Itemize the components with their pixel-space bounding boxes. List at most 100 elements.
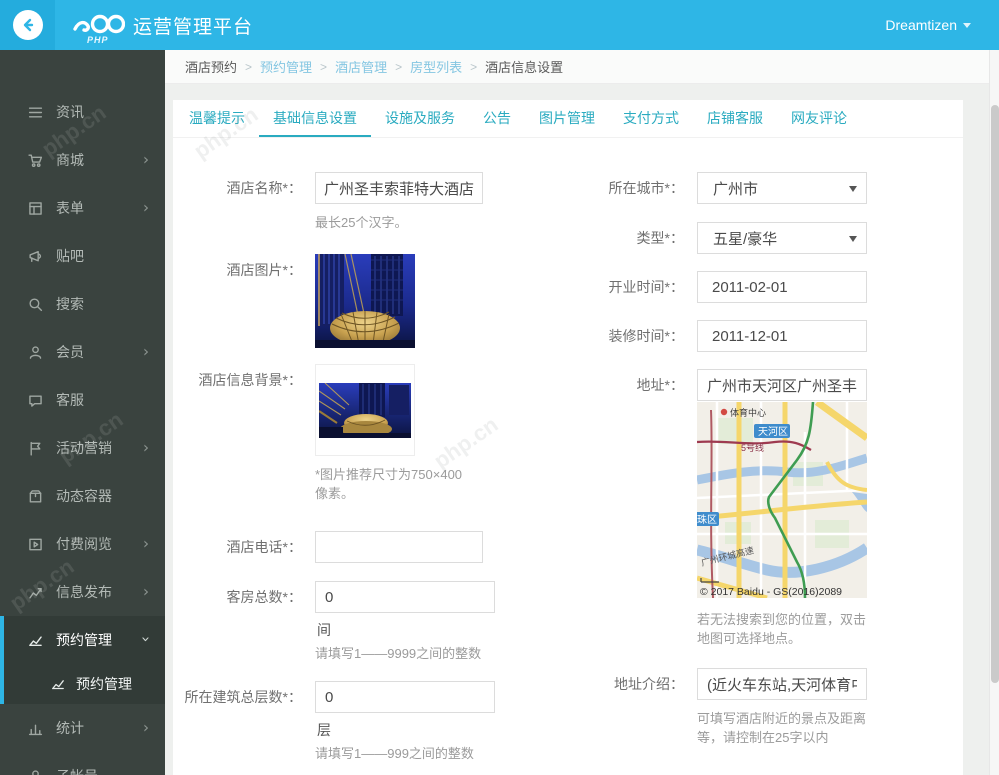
breadcrumb-item: 酒店预约 — [185, 60, 238, 75]
map-copyright: © 2017 Baidu - GS(2016)2089 — [700, 586, 842, 598]
sidebar-item-publishing[interactable]: 信息发布 › — [0, 568, 165, 616]
tab-comments[interactable]: 网友评论 — [777, 100, 861, 137]
hotel-name-label: 酒店名称*： — [226, 180, 302, 196]
chevron-right-icon: › — [143, 718, 149, 737]
logo-sub-text: PHP — [87, 35, 109, 45]
breadcrumb-link-roomtype-list[interactable]: 房型列表 — [410, 57, 462, 76]
app-logo: PHP 运营管理平台 — [73, 9, 254, 45]
sidebar-item-search[interactable]: 搜索 — [0, 280, 165, 328]
hotel-name-input[interactable] — [315, 172, 483, 204]
tab-basic-info[interactable]: 基础信息设置 — [259, 100, 371, 137]
breadcrumb-separator: > — [320, 59, 328, 74]
room-total-label: 客房总数*： — [226, 589, 302, 605]
sidebar-group-reservation: 预约管理 › 预约管理 — [0, 616, 165, 704]
settings-panel: 温馨提示 基础信息设置 设施及服务 公告 图片管理 支付方式 店铺客服 网友评论… — [173, 100, 963, 775]
chat-bubble-icon — [27, 392, 43, 408]
flag-icon — [27, 440, 43, 456]
app-title: 运营管理平台 — [133, 17, 254, 38]
vertical-scrollbar[interactable] — [989, 50, 999, 775]
sidebar-item-service[interactable]: 客服 — [0, 376, 165, 424]
chevron-right-icon: › — [143, 342, 149, 361]
map-label-metro-line: 5号线 — [741, 442, 764, 453]
back-button[interactable] — [0, 0, 55, 50]
address-intro-label: 地址介绍： — [614, 676, 684, 692]
room-total-input[interactable] — [315, 581, 495, 613]
type-select[interactable]: 五星/豪华 — [697, 222, 867, 254]
hotel-name-help: 最长25个汉字。 — [315, 215, 408, 230]
tab-image-mgmt[interactable]: 图片管理 — [525, 100, 609, 137]
breadcrumb-link-booking-mgmt[interactable]: 预约管理 — [260, 57, 312, 76]
city-label: 所在城市*： — [608, 180, 684, 196]
user-icon — [27, 768, 43, 775]
hotel-bg-help: *图片推荐尺寸为750×400像素。 — [315, 467, 463, 501]
hotel-bg-thumbnail[interactable] — [315, 364, 415, 456]
floor-total-input[interactable] — [315, 681, 495, 713]
publish-chart-icon — [27, 584, 43, 600]
user-menu-label: Dreamtizen — [885, 17, 957, 33]
tab-facilities[interactable]: 设施及服务 — [371, 100, 469, 137]
user-menu[interactable]: Dreamtizen — [885, 17, 971, 33]
floor-total-help: 请填写1——999之间的整数 — [315, 746, 474, 761]
open-date-input[interactable] — [697, 271, 867, 303]
breadcrumb-separator: > — [395, 59, 403, 74]
map-label-district2: 珠区 — [697, 513, 717, 526]
sidebar-subitem-reservation[interactable]: 预约管理 — [4, 664, 165, 704]
address-intro-input[interactable] — [697, 668, 867, 700]
tab-payment[interactable]: 支付方式 — [609, 100, 693, 137]
sidebar-nav: 资讯 商城 › 表单 › 贴吧 搜索 会员 › 客服 活动营销 › 动态容器 付… — [0, 50, 165, 775]
chevron-down-icon: › — [137, 636, 155, 643]
hotel-phone-label: 酒店电话*： — [226, 539, 302, 555]
breadcrumb-separator: > — [245, 59, 253, 74]
hotel-phone-input[interactable] — [315, 531, 483, 563]
shopping-cart-icon — [27, 152, 43, 168]
app-header: PHP 运营管理平台 Dreamtizen — [0, 0, 999, 50]
sidebar-item-reservation[interactable]: 预约管理 › — [4, 616, 165, 664]
sidebar-item-mall[interactable]: 商城 › — [0, 136, 165, 184]
map-district-badge: 天河区 — [754, 424, 790, 438]
type-label: 类型*： — [636, 230, 684, 246]
play-square-icon — [27, 536, 43, 552]
renovate-date-label: 装修时间*： — [608, 328, 684, 344]
trend-chart-icon — [27, 632, 43, 648]
room-total-unit: 间 — [317, 622, 331, 638]
user-icon — [27, 344, 43, 360]
sidebar-item-news[interactable]: 资讯 — [0, 88, 165, 136]
sidebar-item-forms[interactable]: 表单 › — [0, 184, 165, 232]
tab-shop-service[interactable]: 店铺客服 — [693, 100, 777, 137]
scrollbar-thumb[interactable] — [991, 105, 999, 683]
box-icon — [27, 488, 43, 504]
floor-total-label: 所在建筑总层数*： — [184, 689, 302, 705]
renovate-date-input[interactable] — [697, 320, 867, 352]
map-help-text: 若无法搜索到您的位置，双击地图可选择地点。 — [697, 612, 867, 646]
bar-chart-icon — [27, 720, 43, 736]
city-select[interactable]: 广州市 — [697, 172, 867, 204]
sidebar-item-marketing[interactable]: 活动营销 › — [0, 424, 165, 472]
main-content: 酒店预约 > 预约管理 > 酒店管理 > 房型列表 > 酒店信息设置 温馨提示 … — [165, 50, 999, 775]
sidebar-item-label: 表单 — [56, 200, 84, 216]
sidebar-item-subaccount[interactable]: 子帐号 — [0, 752, 165, 775]
map-label-sports-center: 体育中心 — [730, 407, 766, 418]
sidebar-item-label: 搜索 — [56, 296, 84, 312]
trend-chart-icon — [50, 676, 66, 692]
hotel-image-label: 酒店图片*： — [226, 262, 302, 278]
sidebar-item-tieba[interactable]: 贴吧 — [0, 232, 165, 280]
select-caret-icon — [849, 236, 857, 242]
cloud-logo-icon: PHP — [73, 9, 126, 45]
tab-warm-tips[interactable]: 温馨提示 — [175, 100, 259, 137]
sidebar-item-label: 商城 — [56, 152, 84, 168]
hotel-image-thumbnail[interactable] — [315, 253, 415, 348]
chevron-right-icon: › — [143, 582, 149, 601]
breadcrumb-link-hotel-mgmt[interactable]: 酒店管理 — [335, 57, 387, 76]
sidebar-item-statistics[interactable]: 统计 › — [0, 704, 165, 752]
baidu-map[interactable]: 体育中心 天河区 5号线 珠区 广州环城高速 © 2017 Baidu - GS… — [697, 402, 867, 598]
sidebar-item-container[interactable]: 动态容器 — [0, 472, 165, 520]
open-date-label: 开业时间*： — [608, 279, 684, 295]
sidebar-item-paid-reading[interactable]: 付费阅览 › — [0, 520, 165, 568]
breadcrumb-separator: > — [470, 59, 478, 74]
address-input[interactable] — [697, 369, 867, 401]
tab-announcement[interactable]: 公告 — [469, 100, 525, 137]
sidebar-item-members[interactable]: 会员 › — [0, 328, 165, 376]
search-icon — [27, 296, 43, 312]
sidebar-item-label: 统计 — [56, 720, 84, 736]
sidebar-item-label: 客服 — [56, 392, 84, 408]
